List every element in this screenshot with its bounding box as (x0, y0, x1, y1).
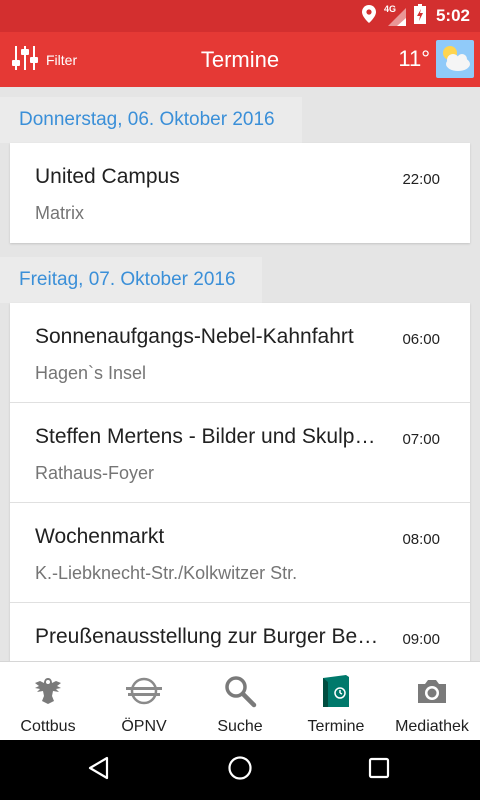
nav-label: Cottbus (20, 718, 76, 735)
filter-label: Filter (46, 52, 78, 68)
date-header: Freitag, 07. Oktober 2016 (0, 257, 262, 303)
nav-oepnv[interactable]: ÖPNV (96, 662, 192, 740)
event-title: United Campus (35, 165, 180, 188)
nav-label: Termine (307, 718, 365, 735)
event-item[interactable]: United Campus 22:00 Matrix (10, 143, 470, 243)
back-icon (87, 756, 111, 785)
bottom-navigation: Cottbus ÖPNV Suche Termine Mediathek (0, 661, 480, 740)
event-card: United Campus 22:00 Matrix (10, 143, 470, 243)
event-time: 06:00 (402, 331, 440, 348)
event-time: 22:00 (402, 171, 440, 188)
filter-button[interactable]: Filter (12, 42, 77, 78)
event-location: K.-Liebknecht-Str./Kolkwitzer Str. (35, 563, 298, 583)
transit-icon (124, 674, 164, 708)
home-icon (227, 755, 253, 786)
nav-mediathek[interactable]: Mediathek (384, 662, 480, 740)
nav-label: ÖPNV (121, 718, 167, 735)
event-title: Wochenmarkt (35, 525, 165, 548)
event-location: Hagen`s Insel (35, 363, 147, 383)
signal-icon: 4G (384, 4, 406, 26)
location-icon (361, 4, 376, 28)
battery-icon (413, 3, 426, 29)
status-bar: 4G 5:02 (0, 0, 480, 32)
home-button[interactable] (222, 752, 258, 788)
crest-icon (28, 674, 68, 708)
temperature: 11° (398, 46, 430, 71)
app-bar: Termine Filter 11° (0, 32, 480, 87)
event-list[interactable]: Donnerstag, 06. Oktober 2016 United Camp… (0, 87, 480, 661)
recents-icon (368, 757, 390, 784)
event-location: Rathaus-Foyer (35, 463, 155, 483)
back-button[interactable] (81, 752, 117, 788)
partly-cloudy-icon (436, 40, 474, 78)
nav-cottbus[interactable]: Cottbus (0, 662, 96, 740)
system-navigation-bar (0, 740, 480, 800)
recents-button[interactable] (361, 752, 397, 788)
event-item[interactable]: Preußenausstellung zur Burger Bes… 09:00 (10, 603, 470, 661)
event-time: 09:00 (402, 631, 440, 648)
event-title: Sonnenaufgangs-Nebel-Kahnfahrt (35, 325, 354, 348)
sliders-icon (12, 44, 38, 77)
nav-suche[interactable]: Suche (192, 662, 288, 740)
nav-label: Suche (217, 718, 263, 735)
event-time: 07:00 (402, 431, 440, 448)
calendar-icon (316, 674, 356, 708)
event-item[interactable]: Steffen Mertens - Bilder und Skulpt… 07:… (10, 403, 470, 503)
event-title: Steffen Mertens - Bilder und Skulpt… (35, 425, 380, 448)
clock: 5:02 (435, 6, 470, 25)
event-item[interactable]: Sonnenaufgangs-Nebel-Kahnfahrt 06:00 Hag… (10, 303, 470, 403)
nav-termine[interactable]: Termine (288, 662, 384, 740)
event-location: Matrix (35, 203, 84, 223)
camera-icon (412, 674, 452, 708)
event-item[interactable]: Wochenmarkt 08:00 K.-Liebknecht-Str./Kol… (10, 503, 470, 603)
weather-widget[interactable]: 11° (398, 38, 474, 80)
event-title: Preußenausstellung zur Burger Bes… (35, 625, 380, 648)
event-time: 08:00 (402, 531, 440, 548)
status-icons: 4G 5:02 (361, 0, 470, 32)
date-header: Donnerstag, 06. Oktober 2016 (0, 97, 302, 143)
event-card: Sonnenaufgangs-Nebel-Kahnfahrt 06:00 Hag… (10, 303, 470, 661)
nav-label: Mediathek (395, 718, 469, 735)
search-icon (220, 674, 260, 708)
